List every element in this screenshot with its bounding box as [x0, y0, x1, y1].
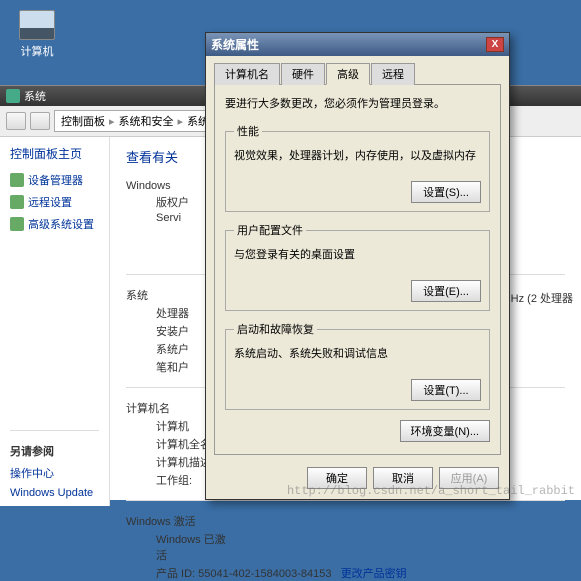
- dialog-titlebar[interactable]: 系统属性 X: [206, 33, 509, 56]
- sidebar: 控制面板主页 设备管理器 远程设置 高级系统设置 另请参阅 操作中心 Windo…: [0, 137, 110, 506]
- shield-icon: [10, 173, 24, 187]
- breadcrumb-item[interactable]: 控制面板: [61, 113, 105, 129]
- env-variables-button[interactable]: 环境变量(N)...: [400, 420, 490, 442]
- performance-desc: 视觉效果，处理器计划，内存使用，以及虚拟内存: [234, 147, 481, 163]
- dialog-title: 系统属性: [211, 36, 259, 53]
- sidebar-link-advanced-settings[interactable]: 高级系统设置: [10, 216, 99, 232]
- shield-icon: [10, 195, 24, 209]
- close-button[interactable]: X: [486, 37, 504, 52]
- performance-settings-button[interactable]: 设置(S)...: [411, 181, 481, 203]
- startup-desc: 系统启动、系统失败和调试信息: [234, 345, 481, 361]
- chevron-right-icon: ▸: [178, 115, 184, 128]
- seealso-windows-update[interactable]: Windows Update: [10, 487, 99, 499]
- desktop-computer-icon[interactable]: 计算机: [12, 10, 62, 59]
- product-id: 产品 ID: 55041-402-1584003-84153: [156, 565, 332, 581]
- tab-content: 要进行大多数更改，您必须作为管理员登录。 性能 视觉效果，处理器计划，内存使用，…: [214, 84, 501, 455]
- tab-row: 计算机名 硬件 高级 远程: [206, 56, 509, 84]
- sidebar-link-remote-settings[interactable]: 远程设置: [10, 194, 99, 210]
- performance-group: 性能 视觉效果，处理器计划，内存使用，以及虚拟内存 设置(S)...: [225, 123, 490, 212]
- profile-legend: 用户配置文件: [234, 222, 306, 238]
- nav-forward-button[interactable]: [30, 112, 50, 130]
- computer-label: 计算机: [12, 43, 62, 59]
- ghz-text: GHz (2 处理器: [502, 290, 573, 306]
- activation-status: Windows 已激活: [156, 531, 236, 563]
- profile-desc: 与您登录有关的桌面设置: [234, 246, 481, 262]
- chevron-right-icon: ▸: [109, 115, 115, 128]
- nav-back-button[interactable]: [6, 112, 26, 130]
- tab-remote[interactable]: 远程: [371, 63, 415, 85]
- computer-icon: [19, 10, 55, 40]
- breadcrumb-item[interactable]: 系统和安全: [119, 113, 174, 129]
- sidebar-heading: 控制面板主页: [10, 145, 99, 162]
- activation-heading: Windows 激活: [126, 513, 236, 529]
- watermark: http://blog.csdn.net/a_short_tail_rabbit: [287, 484, 575, 498]
- profile-settings-button[interactable]: 设置(E)...: [411, 280, 481, 302]
- startup-group: 启动和故障恢复 系统启动、系统失败和调试信息 设置(T)...: [225, 321, 490, 410]
- shield-icon: [10, 217, 24, 231]
- startup-legend: 启动和故障恢复: [234, 321, 317, 337]
- seealso-action-center[interactable]: 操作中心: [10, 465, 99, 481]
- admin-note: 要进行大多数更改，您必须作为管理员登录。: [225, 95, 490, 111]
- system-icon: [6, 89, 20, 103]
- change-product-key-link[interactable]: 更改产品密钥: [341, 568, 407, 580]
- tab-advanced[interactable]: 高级: [326, 63, 370, 85]
- explorer-title-text: 系统: [24, 88, 46, 104]
- sidebar-link-device-manager[interactable]: 设备管理器: [10, 172, 99, 188]
- breadcrumb[interactable]: 控制面板▸ 系统和安全▸ 系统: [54, 110, 216, 132]
- profile-group: 用户配置文件 与您登录有关的桌面设置 设置(E)...: [225, 222, 490, 311]
- performance-legend: 性能: [234, 123, 262, 139]
- tab-hardware[interactable]: 硬件: [281, 63, 325, 85]
- startup-settings-button[interactable]: 设置(T)...: [411, 379, 481, 401]
- system-properties-dialog: 系统属性 X 计算机名 硬件 高级 远程 要进行大多数更改，您必须作为管理员登录…: [205, 32, 510, 500]
- seealso-heading: 另请参阅: [10, 443, 99, 459]
- tab-computer-name[interactable]: 计算机名: [214, 63, 280, 85]
